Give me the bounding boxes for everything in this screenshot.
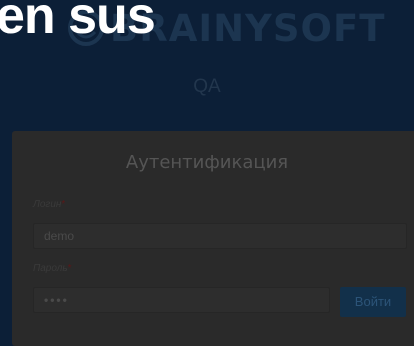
- password-input[interactable]: ••••: [33, 287, 330, 313]
- password-required-mark: *: [67, 263, 72, 274]
- login-label: Логин*: [33, 199, 65, 210]
- login-label-text: Логин: [33, 199, 62, 210]
- password-label-text: Пароль: [33, 263, 68, 274]
- overlay-caption: en sus: [0, 0, 156, 45]
- login-required-mark: *: [61, 199, 66, 210]
- environment-label: QA: [193, 76, 221, 97]
- login-button[interactable]: Войти: [340, 287, 406, 317]
- auth-title: Аутентификация: [125, 152, 289, 173]
- login-input[interactable]: demo: [33, 223, 407, 249]
- password-label: Пароль*: [33, 263, 72, 274]
